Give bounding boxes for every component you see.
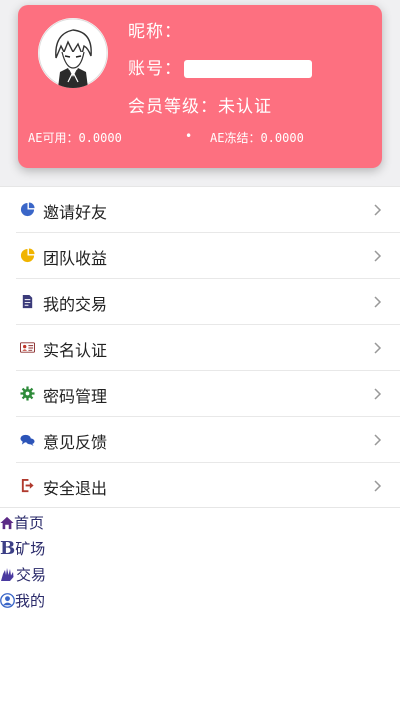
menu-item-label: 意见反馈 (43, 433, 108, 452)
ae-frozen: AE冻结：0.0000 (210, 129, 304, 146)
menu-item-label: 安全退出 (43, 479, 108, 498)
nickname-label: 昵称： (128, 22, 182, 42)
nav-item-mining[interactable]: B矿场 (0, 536, 200, 562)
menu-item-feedback[interactable]: 意见反馈 (16, 417, 400, 463)
chevron-right-icon (374, 250, 382, 262)
menu-item-label: 实名认证 (43, 341, 108, 360)
chat-bubbles-icon (20, 434, 35, 447)
nickname-row: 昵称： (128, 17, 182, 42)
id-card-icon (20, 342, 35, 353)
menu-item-team-earnings[interactable]: 团队收益 (16, 233, 400, 279)
menu-item-real-name-verification[interactable]: 实名认证 (16, 325, 400, 371)
menu-item-label: 团队收益 (43, 249, 108, 268)
menu-item-logout[interactable]: 安全退出 (16, 463, 400, 509)
ae-available: AE可用：0.0000 (28, 129, 122, 146)
menu-item-label: 我的交易 (43, 295, 108, 314)
bottom-nav: 首页 B矿场 交易 我的 (0, 510, 200, 614)
member-level-label: 会员等级： (128, 97, 218, 117)
document-icon (22, 294, 33, 309)
account-row: 账号： (128, 54, 312, 79)
chevron-right-icon (374, 342, 382, 354)
menu-item-label: 密码管理 (43, 387, 108, 406)
pie-chart-icon (20, 202, 35, 217)
menu-item-label: 邀请好友 (43, 203, 108, 222)
menu-item-my-trades[interactable]: 我的交易 (16, 279, 400, 325)
chevron-right-icon (374, 204, 382, 216)
ae-frozen-value: 0.0000 (260, 131, 304, 145)
ae-available-label: AE可用： (28, 131, 79, 145)
hand-icon (1, 568, 14, 581)
chevron-right-icon (374, 388, 382, 400)
nav-item-label: 交易 (16, 566, 47, 584)
profile-card: 昵称： 账号： 会员等级：未认证 AE可用：0.0000 • AE冻结：0.00… (18, 5, 382, 168)
logout-icon (21, 478, 34, 493)
ae-frozen-label: AE冻结： (210, 131, 261, 145)
user-icon (0, 593, 15, 608)
member-level-value: 未认证 (218, 97, 272, 117)
nav-item-label: 首页 (14, 514, 45, 532)
nav-item-label: 矿场 (15, 540, 46, 558)
chevron-right-icon (374, 434, 382, 446)
account-redaction (184, 60, 312, 78)
nav-item-mine[interactable]: 我的 (0, 588, 200, 614)
account-label: 账号： (128, 59, 182, 79)
gear-icon (20, 386, 35, 401)
balance-separator: • (185, 129, 193, 143)
nav-item-home[interactable]: 首页 (0, 510, 200, 536)
chevron-right-icon (374, 480, 382, 492)
menu-item-invite-friends[interactable]: 邀请好友 (16, 187, 400, 233)
member-level-row: 会员等级：未认证 (128, 92, 272, 117)
home-icon (0, 516, 14, 530)
nav-item-label: 我的 (15, 592, 46, 610)
menu-list: 邀请好友 团队收益 我的交易 实名认证 密码管理 意见反馈 安全退出 (0, 186, 400, 508)
chevron-right-icon (374, 296, 382, 308)
avatar[interactable] (38, 18, 108, 88)
ae-available-value: 0.0000 (78, 131, 122, 145)
menu-item-password-management[interactable]: 密码管理 (16, 371, 400, 417)
pie-chart-icon (20, 248, 35, 263)
bitcoin-icon: B (0, 538, 16, 559)
nav-item-trade[interactable]: 交易 (0, 562, 200, 588)
